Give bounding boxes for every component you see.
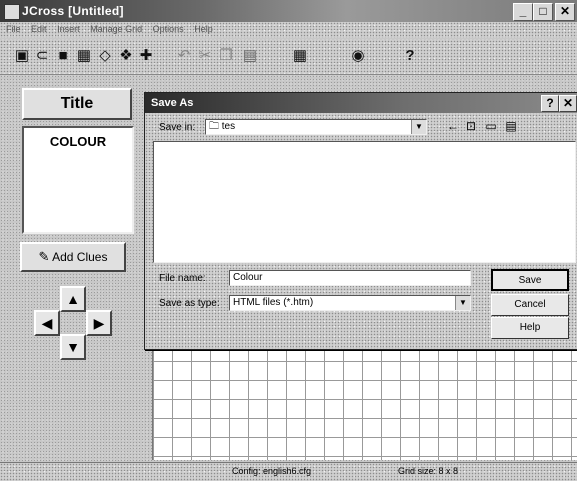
move-up-button[interactable]: ▲ <box>60 286 86 312</box>
save-button[interactable]: Save <box>491 269 569 291</box>
add-clues-label: Add Clues <box>52 250 108 264</box>
help-button[interactable]: Help <box>491 317 569 339</box>
save-type-label: Save as type: <box>159 298 220 309</box>
title-button[interactable]: Title <box>22 88 132 120</box>
chevron-down-icon[interactable]: ▼ <box>411 120 426 134</box>
dialog-close-button[interactable]: ✕ <box>559 95 577 112</box>
dialog-title: Save As <box>151 97 194 109</box>
save-type-value: HTML files (*.htm) <box>233 297 314 308</box>
save-type-dropdown[interactable]: HTML files (*.htm) ▼ <box>229 295 471 311</box>
maximize-button[interactable]: □ <box>533 3 553 21</box>
status-bar: Config: english6.cfg Grid size: 8 x 8 <box>0 462 577 481</box>
view-menu-icon[interactable]: ▤ <box>503 119 519 133</box>
menu-insert[interactable]: Insert <box>57 24 80 34</box>
up-folder-icon[interactable]: ⊡ <box>463 119 479 133</box>
save-in-label: Save in: <box>159 122 196 133</box>
pencil-icon: ✎ <box>38 249 50 264</box>
folder-icon: 🗀 <box>209 121 219 132</box>
chevron-down-icon[interactable]: ▼ <box>455 296 470 310</box>
help-icon[interactable]: ? <box>402 48 418 64</box>
back-icon[interactable]: ← <box>445 119 461 133</box>
save-in-dropdown[interactable]: 🗀 tes ▼ <box>205 119 427 135</box>
copy-icon[interactable]: ❐ <box>218 48 234 64</box>
export-icon[interactable]: ❖ <box>118 48 134 64</box>
open-icon[interactable]: ⊂ <box>34 48 50 64</box>
toolbar: ▣ ⊂ ■ ▦ ◇ ❖ ✚ ↶ ✂ ❐ ▤ ▦ ◉ ? <box>0 40 577 75</box>
file-name-label: File name: <box>159 273 206 284</box>
close-button[interactable]: ✕ <box>555 3 575 21</box>
save-icon[interactable]: ■ <box>55 48 71 64</box>
dialog-title-bar: Save As ? ✕ <box>145 93 577 113</box>
dialog-help-button[interactable]: ? <box>541 95 559 112</box>
undo-icon[interactable]: ↶ <box>176 48 192 64</box>
status-grid-size: Grid size: 8 x 8 <box>398 466 459 476</box>
paste-icon[interactable]: ▤ <box>242 48 258 64</box>
app-icon <box>4 4 20 20</box>
menu-edit[interactable]: Edit <box>31 24 47 34</box>
status-config: Config: english6.cfg <box>232 466 312 476</box>
cut-icon[interactable]: ✂ <box>197 48 213 64</box>
word-list[interactable]: COLOUR <box>22 126 134 234</box>
file-list[interactable] <box>153 141 576 263</box>
save-as-icon[interactable]: ▦ <box>76 48 92 64</box>
erase-icon[interactable]: ◇ <box>97 48 113 64</box>
move-right-button[interactable]: ▶ <box>86 310 112 336</box>
add-clues-button[interactable]: ✎ Add Clues <box>20 242 126 272</box>
menu-help[interactable]: Help <box>194 24 213 34</box>
web-icon[interactable]: ◉ <box>350 48 366 64</box>
new-icon[interactable]: ▣ <box>14 48 30 64</box>
list-item[interactable]: COLOUR <box>24 134 132 149</box>
save-in-value: tes <box>221 121 236 132</box>
menu-options[interactable]: Options <box>153 24 184 34</box>
app-title-bar: JCross [Untitled] _ □ ✕ <box>0 0 577 22</box>
new-folder-icon[interactable]: ▭ <box>483 119 499 133</box>
save-as-dialog: Save As ? ✕ Save in: 🗀 tes ▼ ← ⊡ ▭ ▤ Fil… <box>144 92 577 350</box>
menu-manage-grid[interactable]: Manage Grid <box>90 24 142 34</box>
move-left-button[interactable]: ◀ <box>34 310 60 336</box>
app-title: JCross [Untitled] <box>22 4 124 18</box>
grid-icon[interactable]: ▦ <box>292 48 308 64</box>
crossword-grid[interactable] <box>152 342 577 460</box>
cancel-button[interactable]: Cancel <box>491 294 569 316</box>
move-down-button[interactable]: ▼ <box>60 334 86 360</box>
menu-file[interactable]: File <box>6 24 21 34</box>
menu-bar: File Edit Insert Manage Grid Options Hel… <box>0 22 577 38</box>
minimize-button[interactable]: _ <box>513 3 533 21</box>
file-name-field[interactable]: Colour <box>229 270 471 286</box>
pin-icon[interactable]: ✚ <box>138 48 154 64</box>
